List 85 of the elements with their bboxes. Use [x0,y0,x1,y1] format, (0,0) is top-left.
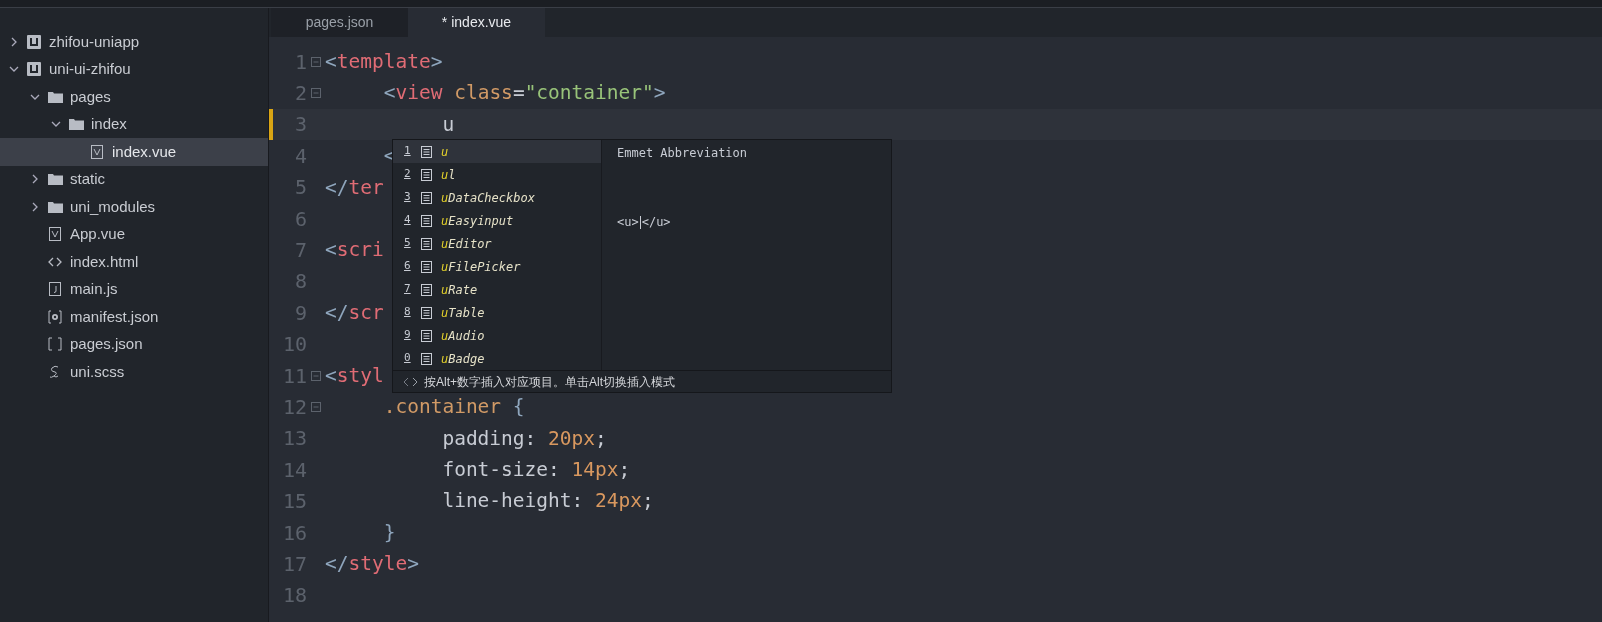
tree-item[interactable]: App.vue [0,220,268,248]
suggestion-item[interactable]: 7 uRate [393,278,601,301]
line-number: 5 [293,174,307,202]
document-icon [421,237,432,250]
editor-tab[interactable]: pages.json [271,8,408,37]
line-number: 9 [293,299,307,327]
suggestion-item[interactable]: 1 u [393,140,601,163]
line-number: 18 [281,582,307,610]
document-icon [421,306,432,319]
line-number: 1 [293,48,307,76]
chevron-right-icon[interactable] [30,174,40,185]
tree-item[interactable]: index.vue [0,138,268,166]
line-number: 16 [281,519,307,547]
tree-item[interactable]: pages.json [0,330,268,358]
code-brackets-icon [48,256,62,267]
line-number: 14 [281,456,307,484]
document-icon [421,283,432,296]
tree-item[interactable]: uni-ui-zhifou [0,55,268,83]
chevron-right-icon[interactable] [412,376,419,387]
tree-item[interactable]: index [0,110,268,138]
code-line: <styl [325,365,384,386]
tree-item[interactable]: uni_modules [0,193,268,221]
line-number: 4 [293,142,307,170]
code-line: <scri [325,240,384,260]
chevron-right-icon[interactable] [30,201,40,212]
folder-icon [47,200,63,213]
line-number: 6 [293,205,307,233]
folder-icon [47,90,63,103]
line-number: 12 [281,394,307,421]
gear-file-icon [48,309,62,324]
suggestion-item[interactable]: 5 uEditor [393,232,601,255]
tree-item[interactable]: manifest.json [0,303,268,331]
document-icon [421,260,432,273]
project-icon [27,62,41,77]
js-file-icon [49,282,61,297]
suggestion-item[interactable]: 4 uEasyinput [393,209,601,232]
document-icon [421,214,432,227]
project-icon [27,34,41,49]
line-number: 10 [281,331,307,359]
hint-text: 按Alt+数字插入对应项目。单击Alt切换插入模式 [424,373,675,391]
line-number: 11 [281,362,307,390]
vue-file-icon [49,227,61,242]
line-number: 17 [281,550,307,578]
chevron-right-icon[interactable] [9,36,19,47]
line-number: 13 [281,425,307,453]
code-line: </scr [325,303,384,323]
document-icon [421,329,432,342]
editor-tab[interactable]: * index.vue [408,8,545,37]
document-icon [421,191,432,204]
code-line: font-size: 14px; [441,460,631,480]
folder-icon [47,173,63,186]
tree-item[interactable]: index.html [0,248,268,276]
document-icon [421,168,432,181]
suggestion-item[interactable]: 6 uFilePicker [393,255,601,278]
line-number: 8 [293,268,307,296]
vue-file-icon [91,144,103,159]
document-icon [421,352,432,365]
suggestion-item[interactable]: 2 ul [393,163,601,186]
suggestion-item[interactable]: 9 uAudio [393,324,601,347]
code-line: </style> [325,554,419,574]
suggestion-item[interactable]: 3 uDataCheckbox [393,186,601,209]
suggestion-item[interactable]: 0 uBadge [393,347,601,370]
square-brackets-icon [48,337,62,352]
line-number: 2 [293,80,307,108]
document-icon [421,145,432,158]
tree-item[interactable]: uni.scss [0,358,268,386]
code-line: <template> [325,51,443,72]
detail-title: Emmet Abbreviation [617,145,749,160]
tree-item[interactable]: pages [0,83,268,111]
code-line: padding: 20px; [441,428,607,449]
code-line: line-height: 24px; [441,491,654,511]
line-number: 15 [281,488,307,516]
chevron-left-icon[interactable] [402,376,409,387]
suggestion-item[interactable]: 8 uTable [393,301,601,324]
code-line: } [382,522,396,543]
tree-item[interactable]: static [0,165,268,193]
tree-item[interactable]: main.js [0,275,268,303]
code-line: <view class="container"> [382,83,666,103]
tree-item[interactable]: zhifou-uniapp [0,28,268,56]
code-line: .container { [382,397,525,417]
code-line: </ter [325,177,384,197]
code-line: u [441,114,455,135]
folder-icon [68,118,84,131]
detail-snippet: <u> </u> [617,214,672,231]
line-number: 7 [293,237,307,265]
